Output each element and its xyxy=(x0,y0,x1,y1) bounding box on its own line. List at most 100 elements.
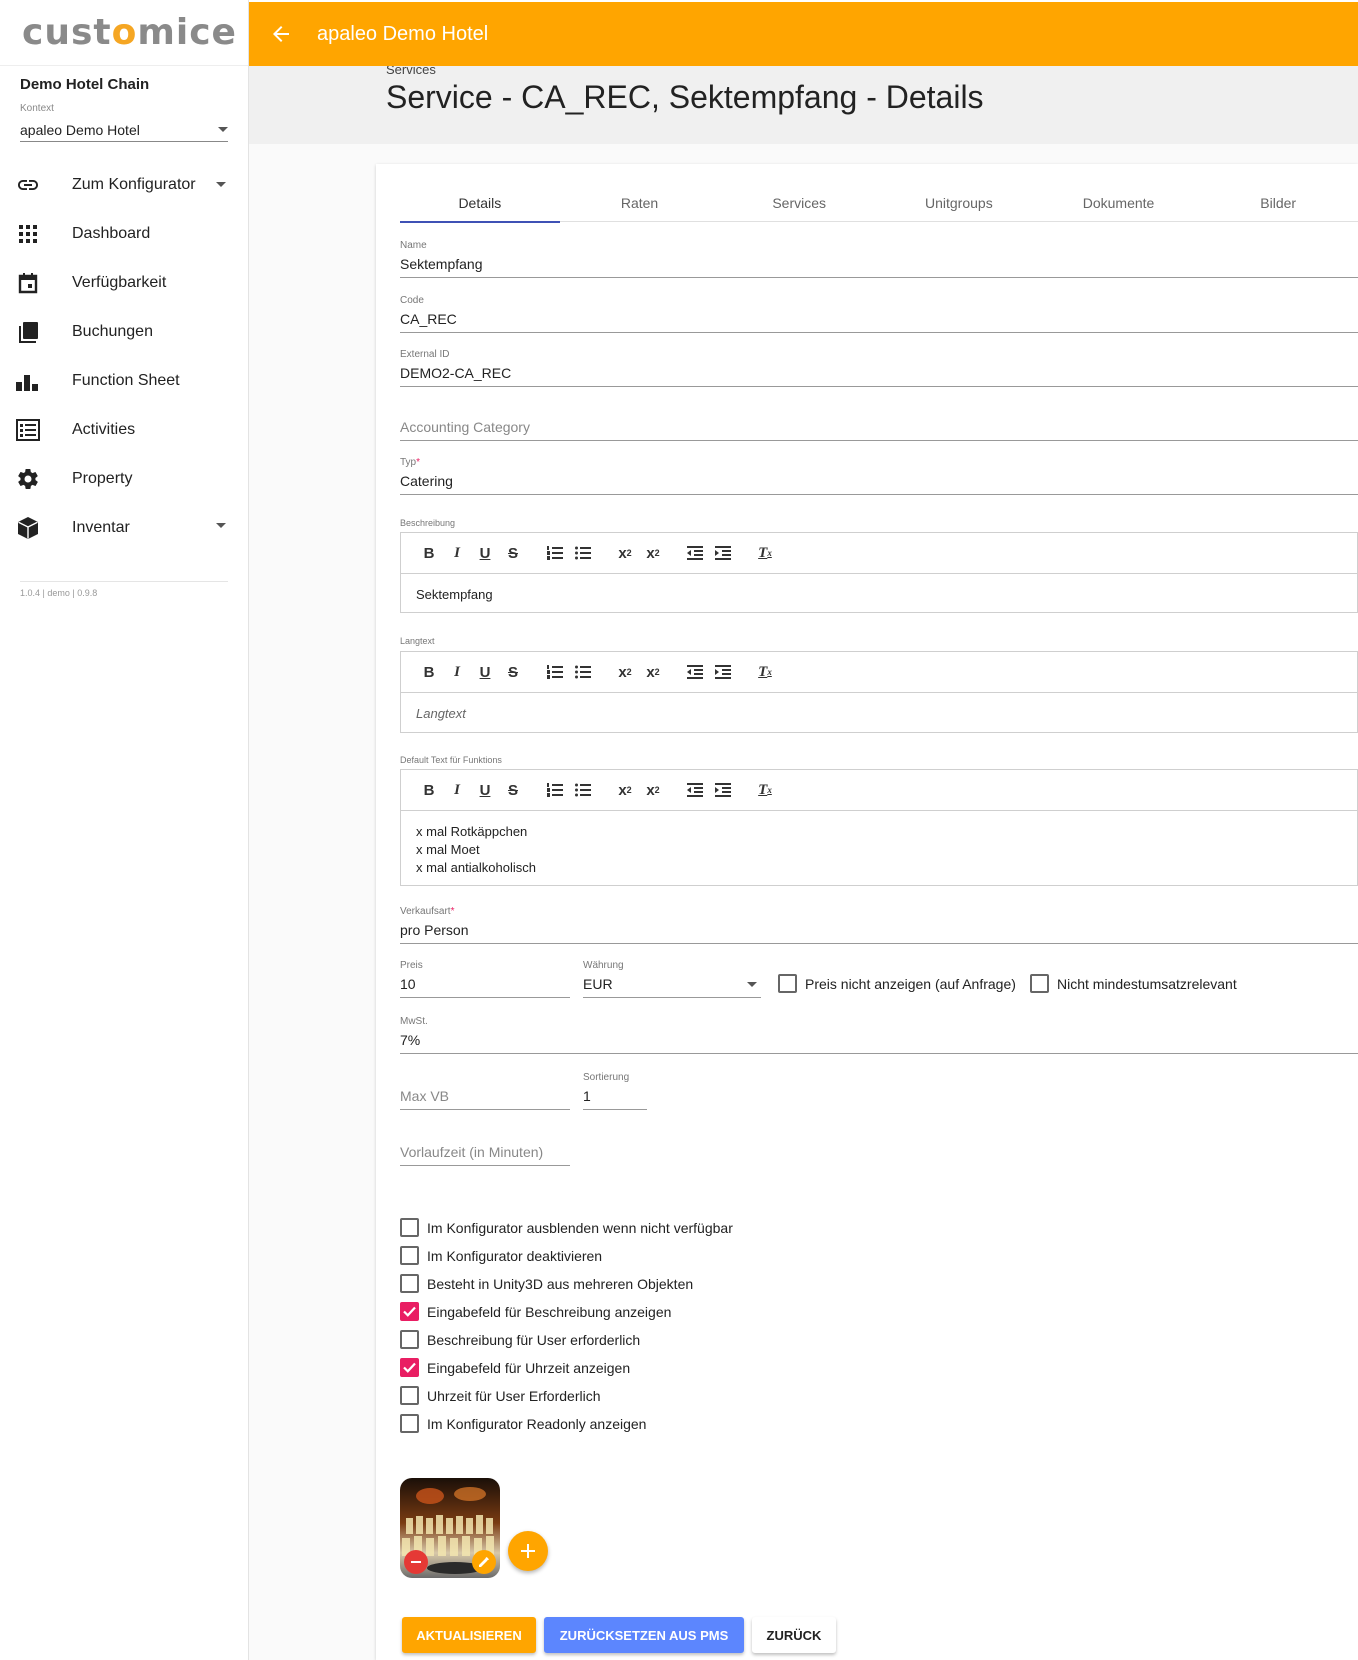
add-image-button[interactable] xyxy=(508,1531,548,1571)
external-id-field[interactable]: External ID DEMO2-CA_REC xyxy=(400,349,1358,387)
bold-button[interactable]: B xyxy=(415,778,443,802)
back-arrow-icon[interactable] xyxy=(269,22,293,46)
clear-format-icon[interactable]: Tx xyxy=(751,541,779,565)
italic-button[interactable]: I xyxy=(443,778,471,802)
verkaufsart-value: pro Person xyxy=(400,922,469,938)
sidebar-item-dashboard[interactable]: Dashboard xyxy=(0,209,249,258)
tab-unitgroups[interactable]: Unitgroups xyxy=(879,192,1039,222)
subscript-icon[interactable]: x2 xyxy=(611,541,639,565)
code-label: Code xyxy=(400,295,424,306)
sidebar-item-inventar[interactable]: Inventar xyxy=(0,503,249,552)
underline-button[interactable]: U xyxy=(471,778,499,802)
max-vb-field[interactable]: Max VB xyxy=(400,1072,570,1110)
breadcrumb[interactable]: Services xyxy=(386,66,436,77)
sidebar-nav: Zum Konfigurator Dashboard Verfügbarkeit… xyxy=(0,160,249,552)
sortierung-field[interactable]: Sortierung 1 xyxy=(583,1072,647,1110)
verkaufsart-label: Verkaufsart* xyxy=(400,906,455,917)
outdent-icon[interactable] xyxy=(681,778,709,802)
default-text-editor[interactable]: B I U S x2 x2 Tx x mal Rotkäppchen x mal… xyxy=(400,769,1358,886)
sidebar-item-label: Verfügbarkeit xyxy=(72,273,167,291)
checkbox-uhrzeit-erforderlich[interactable]: Uhrzeit für User Erforderlich xyxy=(400,1386,601,1405)
nicht-mindestumsatz-checkbox[interactable]: Nicht mindestumsatzrelevant xyxy=(1030,974,1237,993)
sidebar-item-buchungen[interactable]: Buchungen xyxy=(0,307,249,356)
ordered-list-icon[interactable] xyxy=(541,778,569,802)
waehrung-select[interactable]: Währung EUR xyxy=(583,960,761,998)
context-select[interactable]: apaleo Demo Hotel xyxy=(20,118,228,142)
outdent-icon[interactable] xyxy=(681,541,709,565)
beschreibung-editor[interactable]: B I U S x2 x2 Tx Sektempfang xyxy=(400,532,1358,613)
preis-field[interactable]: Preis 10 xyxy=(400,960,570,998)
superscript-icon[interactable]: x2 xyxy=(639,660,667,684)
tab-raten[interactable]: Raten xyxy=(560,192,720,222)
bold-button[interactable]: B xyxy=(415,541,443,565)
remove-image-icon[interactable] xyxy=(404,1550,428,1574)
update-button[interactable]: AKTUALISIEREN xyxy=(402,1617,536,1653)
sidebar-item-label: Property xyxy=(72,469,133,487)
superscript-icon[interactable]: x2 xyxy=(639,778,667,802)
checkbox-deaktivieren[interactable]: Im Konfigurator deaktivieren xyxy=(400,1246,602,1265)
italic-button[interactable]: I xyxy=(443,660,471,684)
langtext-editor[interactable]: B I U S x2 x2 Tx Langtext xyxy=(400,651,1358,733)
bold-button[interactable]: B xyxy=(415,660,443,684)
sidebar-item-function-sheet[interactable]: Function Sheet xyxy=(0,356,249,405)
sidebar-item-verfuegbarkeit[interactable]: Verfügbarkeit xyxy=(0,258,249,307)
vorlaufzeit-field[interactable]: Vorlaufzeit (in Minuten) xyxy=(400,1128,570,1166)
name-field[interactable]: Name Sektempfang xyxy=(400,240,1358,278)
indent-icon[interactable] xyxy=(709,778,737,802)
sidebar-item-activities[interactable]: Activities xyxy=(0,405,249,454)
checkbox-beschreibung-anzeigen[interactable]: Eingabefeld für Beschreibung anzeigen xyxy=(400,1302,671,1321)
checkbox-box xyxy=(778,974,797,993)
italic-button[interactable]: I xyxy=(443,541,471,565)
external-id-label: External ID xyxy=(400,349,450,360)
checkbox-uhrzeit-anzeigen[interactable]: Eingabefeld für Uhrzeit anzeigen xyxy=(400,1358,630,1377)
underline-button[interactable]: U xyxy=(471,660,499,684)
bullet-list-icon[interactable] xyxy=(569,778,597,802)
underline-button[interactable]: U xyxy=(471,541,499,565)
ordered-list-icon[interactable] xyxy=(541,660,569,684)
accounting-category-field[interactable]: Accounting Category xyxy=(400,403,1358,441)
reset-from-pms-button[interactable]: ZURÜCKSETZEN AUS PMS xyxy=(544,1617,744,1653)
langtext-label: Langtext xyxy=(400,636,435,646)
checkbox-readonly[interactable]: Im Konfigurator Readonly anzeigen xyxy=(400,1414,646,1433)
sidebar-item-property[interactable]: Property xyxy=(0,454,249,503)
ordered-list-icon[interactable] xyxy=(541,541,569,565)
tab-dokumente[interactable]: Dokumente xyxy=(1039,192,1199,222)
checkbox-label: Eingabefeld für Beschreibung anzeigen xyxy=(427,1303,672,1320)
strike-button[interactable]: S xyxy=(499,660,527,684)
indent-icon[interactable] xyxy=(709,541,737,565)
typ-field[interactable]: Typ* Catering xyxy=(400,457,1358,495)
strike-button[interactable]: S xyxy=(499,541,527,565)
edit-image-icon[interactable] xyxy=(472,1550,496,1574)
subscript-icon[interactable]: x2 xyxy=(611,778,639,802)
sidebar-item-konfigurator[interactable]: Zum Konfigurator xyxy=(0,160,249,209)
back-button[interactable]: ZURÜCK xyxy=(752,1617,836,1653)
checkbox-label: Eingabefeld für Uhrzeit anzeigen xyxy=(427,1359,631,1376)
editor-toolbar: B I U S x2 x2 Tx xyxy=(401,770,1357,811)
bullet-list-icon[interactable] xyxy=(569,541,597,565)
bullet-list-icon[interactable] xyxy=(569,660,597,684)
clear-format-icon[interactable]: Tx xyxy=(751,660,779,684)
page-title: Service - CA_REC, Sektempfang - Details xyxy=(386,79,984,115)
checkbox-unity3d[interactable]: Besteht in Unity3D aus mehreren Objekten xyxy=(400,1274,693,1293)
beschreibung-text: Sektempfang xyxy=(416,587,493,602)
verkaufsart-field[interactable]: Verkaufsart* pro Person xyxy=(400,906,1358,944)
strike-button[interactable]: S xyxy=(499,778,527,802)
tab-details[interactable]: Details xyxy=(400,192,560,223)
superscript-icon[interactable]: x2 xyxy=(639,541,667,565)
subscript-icon[interactable]: x2 xyxy=(611,660,639,684)
langtext-placeholder: Langtext xyxy=(416,706,466,721)
preis-nicht-anzeigen-checkbox[interactable]: Preis nicht anzeigen (auf Anfrage) xyxy=(778,974,1016,993)
checkbox-beschreibung-erforderlich[interactable]: Beschreibung für User erforderlich xyxy=(400,1330,640,1349)
indent-icon[interactable] xyxy=(709,660,737,684)
tab-services[interactable]: Services xyxy=(719,192,879,222)
typ-value: Catering xyxy=(400,473,453,489)
checkbox-box-checked xyxy=(400,1358,419,1377)
outdent-icon[interactable] xyxy=(681,660,709,684)
clear-format-icon[interactable]: Tx xyxy=(751,778,779,802)
logo[interactable]: customice xyxy=(0,0,248,66)
tab-bilder[interactable]: Bilder xyxy=(1198,192,1358,222)
service-image-thumbnail[interactable] xyxy=(400,1478,500,1578)
checkbox-ausblenden[interactable]: Im Konfigurator ausblenden wenn nicht ve… xyxy=(400,1218,733,1237)
mwst-field[interactable]: MwSt. 7% xyxy=(400,1016,1358,1054)
code-field[interactable]: Code CA_REC xyxy=(400,295,1358,333)
